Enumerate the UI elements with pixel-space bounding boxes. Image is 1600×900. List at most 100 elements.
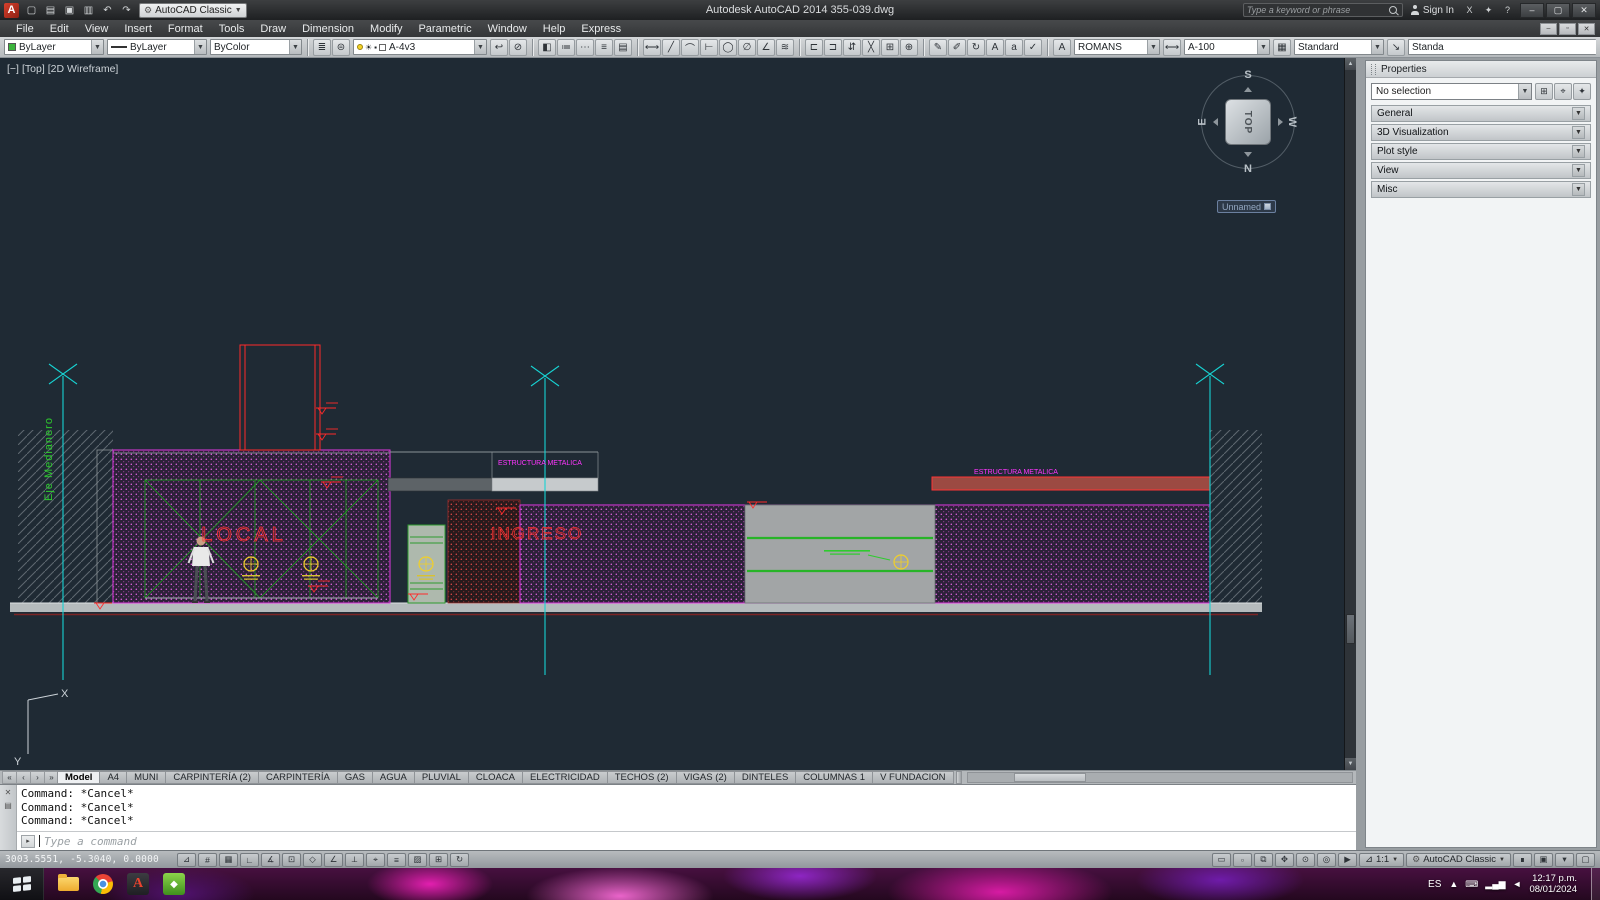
chevron-down-icon[interactable]: ▼ bbox=[1572, 183, 1585, 196]
show-desktop-button[interactable] bbox=[1591, 868, 1600, 900]
match-properties-button[interactable]: ◧ bbox=[538, 38, 556, 56]
drawing-canvas[interactable]: [−] [Top] [2D Wireframe] Eje Medianero L… bbox=[0, 58, 1344, 770]
lineweight-display-toggle[interactable]: ≡ bbox=[387, 852, 406, 867]
vertical-scrollbar[interactable]: ▲ ▼ bbox=[1344, 58, 1356, 770]
aligned-dimension-button[interactable]: ╱ bbox=[662, 38, 680, 56]
tab-cloaca[interactable]: CLOACA bbox=[467, 771, 523, 784]
single-line-text-button[interactable]: a bbox=[1005, 38, 1023, 56]
exchange-apps-icon[interactable]: X bbox=[1461, 3, 1478, 17]
chevron-down-icon[interactable]: ▼ bbox=[1572, 126, 1585, 139]
set-bylayer-button[interactable]: ≔ bbox=[557, 38, 575, 56]
dimension-update-button[interactable]: ↻ bbox=[967, 38, 985, 56]
viewcube-arrow-up-icon[interactable] bbox=[1244, 87, 1252, 92]
zoom-button[interactable]: ⊙ bbox=[1295, 852, 1315, 867]
radius-dimension-button[interactable]: ◯ bbox=[719, 38, 737, 56]
properties-title-bar[interactable]: Properties bbox=[1366, 61, 1596, 78]
dynamic-input-toggle[interactable]: ⌖ bbox=[366, 852, 385, 867]
viewcube-west-label[interactable]: W bbox=[1286, 117, 1298, 127]
grid-display-toggle[interactable]: ▦ bbox=[219, 852, 238, 867]
layer-properties-button[interactable]: ≣ bbox=[313, 38, 331, 56]
tolerance-button[interactable]: ⊞ bbox=[881, 38, 899, 56]
dim-style-icon[interactable]: ⟷ bbox=[1163, 38, 1181, 56]
plot-style-manager-button[interactable]: ▤ bbox=[614, 38, 632, 56]
linetype-manager-button[interactable]: ⋯ bbox=[576, 38, 594, 56]
taskbar-item-green-app[interactable]: ◆ bbox=[163, 873, 185, 895]
properties-section-misc[interactable]: Misc ▼ bbox=[1371, 181, 1591, 198]
table-style-combo[interactable]: Standard ▼ bbox=[1294, 39, 1384, 55]
viewcube-south-label[interactable]: S bbox=[1244, 69, 1251, 81]
taskbar-clock[interactable]: 12:17 p.m. 08/01/2024 bbox=[1529, 873, 1577, 895]
dimension-text-edit-button[interactable]: ✐ bbox=[948, 38, 966, 56]
tab-scroll-prev-button[interactable]: ‹ bbox=[16, 771, 31, 784]
multileader-style-icon[interactable]: ↘ bbox=[1387, 38, 1405, 56]
child-close-button[interactable]: ✕ bbox=[1578, 22, 1595, 35]
object-snap-tracking-toggle[interactable]: ∠ bbox=[324, 852, 343, 867]
menu-edit[interactable]: Edit bbox=[42, 20, 77, 37]
horizontal-scroll-thumb[interactable] bbox=[1013, 773, 1086, 782]
chevron-down-icon[interactable]: ▼ bbox=[1572, 145, 1585, 158]
menu-file[interactable]: File bbox=[8, 20, 42, 37]
tab-scroll-first-button[interactable]: « bbox=[2, 771, 17, 784]
quick-select-button[interactable]: ✦ bbox=[1573, 83, 1591, 100]
tab-agua[interactable]: AGUA bbox=[371, 771, 415, 784]
3d-object-snap-toggle[interactable]: ◇ bbox=[303, 852, 322, 867]
viewport-view-control[interactable]: [Top] bbox=[22, 63, 45, 75]
selection-type-combo[interactable]: No selection ▼ bbox=[1371, 83, 1532, 100]
minimize-button[interactable]: – bbox=[1520, 2, 1544, 18]
viewport-minimize-control[interactable]: [−] bbox=[7, 63, 19, 75]
multiline-text-button[interactable]: A bbox=[986, 38, 1004, 56]
quick-dimension-button[interactable]: ≋ bbox=[776, 38, 794, 56]
volume-icon[interactable]: ◄ bbox=[1513, 879, 1522, 889]
close-button[interactable]: ✕ bbox=[1572, 2, 1596, 18]
network-icon[interactable]: ▂▄▆ bbox=[1485, 879, 1505, 890]
diameter-dimension-button[interactable]: ∅ bbox=[738, 38, 756, 56]
search-icon[interactable] bbox=[1388, 5, 1399, 16]
hardware-acceleration-button[interactable]: ▣ bbox=[1534, 852, 1553, 867]
menu-parametric[interactable]: Parametric bbox=[410, 20, 479, 37]
menu-modify[interactable]: Modify bbox=[362, 20, 410, 37]
object-snap-toggle[interactable]: ⊡ bbox=[282, 852, 301, 867]
open-button[interactable]: ▤ bbox=[42, 3, 59, 18]
scroll-up-icon[interactable]: ▲ bbox=[1345, 58, 1356, 70]
stay-connected-icon[interactable]: ✦ bbox=[1480, 3, 1497, 17]
pickadd-toggle-button[interactable]: ⊞ bbox=[1535, 83, 1553, 100]
layer-isolate-button[interactable]: ⊘ bbox=[509, 38, 527, 56]
viewcube[interactable]: TOP S N E W bbox=[1196, 69, 1300, 175]
menu-format[interactable]: Format bbox=[160, 20, 211, 37]
start-button[interactable] bbox=[0, 868, 44, 900]
tab-gas[interactable]: GAS bbox=[336, 771, 373, 784]
search-box[interactable] bbox=[1242, 3, 1403, 17]
model-space-button[interactable]: ▭ bbox=[1211, 852, 1231, 867]
tab-electricidad[interactable]: ELECTRICIDAD bbox=[522, 771, 608, 784]
table-style-icon[interactable]: ▦ bbox=[1273, 38, 1291, 56]
linear-dimension-button[interactable]: ⟷ bbox=[643, 38, 661, 56]
chevron-down-icon[interactable]: ▼ bbox=[1572, 164, 1585, 177]
command-tools-icon[interactable]: ▤ bbox=[4, 801, 12, 810]
taskbar-item-autocad[interactable]: A bbox=[127, 873, 149, 895]
taskbar-item-chrome[interactable] bbox=[93, 874, 113, 894]
plot-button[interactable]: ▥ bbox=[80, 3, 97, 18]
baseline-dimension-button[interactable]: ⊏ bbox=[805, 38, 823, 56]
menu-draw[interactable]: Draw bbox=[252, 20, 294, 37]
menu-view[interactable]: View bbox=[77, 20, 117, 37]
annotation-scale-combo[interactable]: ⊿ 1:1 ▼ bbox=[1358, 852, 1405, 867]
tab-dinteles[interactable]: DINTELES bbox=[733, 771, 797, 784]
sign-in-button[interactable]: Sign In bbox=[1407, 5, 1457, 16]
tab-columnas-1[interactable]: COLUMNAS 1 bbox=[795, 771, 874, 784]
workspace-lock-button[interactable]: ∎ bbox=[1513, 852, 1532, 867]
search-input[interactable] bbox=[1246, 5, 1385, 15]
angular-dimension-button[interactable]: ∠ bbox=[757, 38, 775, 56]
menu-insert[interactable]: Insert bbox=[116, 20, 160, 37]
viewcube-arrow-right-icon[interactable] bbox=[1278, 118, 1283, 126]
dynamic-ucs-toggle[interactable]: ⟂ bbox=[345, 852, 364, 867]
viewcube-unnamed-badge[interactable]: Unnamed bbox=[1216, 200, 1276, 213]
lineweight-settings-button[interactable]: ≡ bbox=[595, 38, 613, 56]
hidden-icons-button[interactable]: ▲ bbox=[1449, 879, 1458, 889]
command-close-icon[interactable]: ✕ bbox=[5, 788, 12, 797]
tab-scroll-next-button[interactable]: › bbox=[30, 771, 45, 784]
dimension-space-button[interactable]: ⇵ bbox=[843, 38, 861, 56]
pan-button[interactable]: ✥ bbox=[1274, 852, 1294, 867]
command-prompt-icon[interactable]: ▸ bbox=[21, 834, 35, 848]
tab-vigas-2[interactable]: VIGAS (2) bbox=[675, 771, 735, 784]
workspace-switcher[interactable]: ⚙ AutoCAD Classic ▼ bbox=[1406, 852, 1511, 867]
